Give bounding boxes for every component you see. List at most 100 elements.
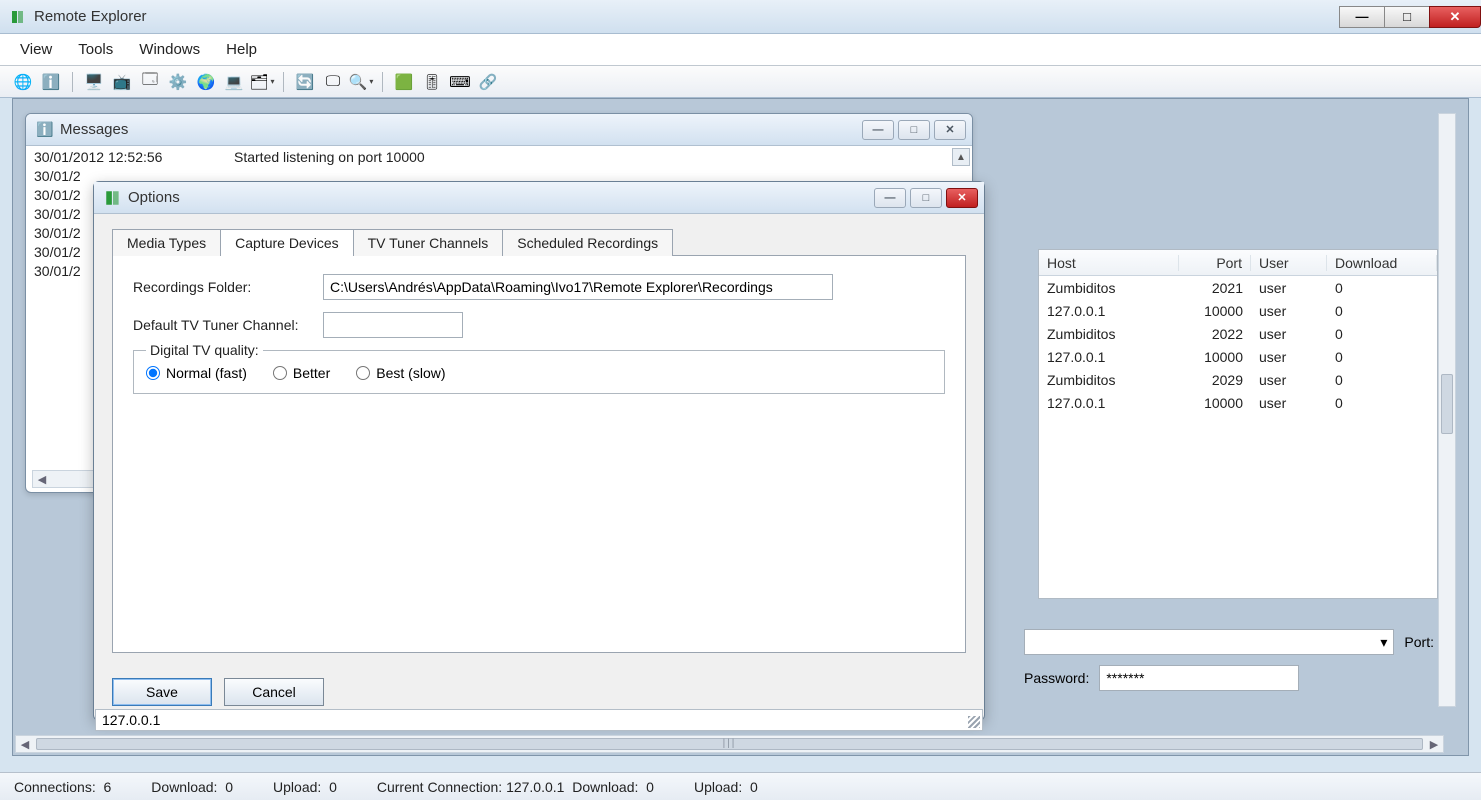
workspace-hscrollbar[interactable]: ◀ ▶ [15,735,1444,753]
message-text: Started listening on port 10000 [234,148,425,167]
toolbar: 🌐 ℹ️ 🖥️ 📺 🗔 ⚙️ 🌍 💻 🗂 🔄 🖵 🔍 🟩 🎚 ⌨ 🔗 [0,66,1481,98]
scrollbar-thumb[interactable] [1441,374,1453,434]
chevron-down-icon: ▾ [1380,634,1387,651]
col-host[interactable]: Host [1039,255,1179,271]
status-connections: Connections: 6 [14,779,111,795]
display-icon[interactable]: 🖵 [322,71,344,93]
options-tabpanel: Recordings Folder: Default TV Tuner Chan… [112,255,966,653]
cancel-button[interactable]: Cancel [224,678,324,706]
options-minimize-button[interactable]: — [874,188,906,208]
scrollbar-thumb[interactable] [36,738,1423,750]
terminal-icon[interactable]: ⌨ [449,71,471,93]
status-upload: Upload: 0 [273,779,337,795]
quality-better-radio[interactable]: Better [273,365,330,381]
quality-normal-label: Normal (fast) [166,365,247,381]
menu-help[interactable]: Help [226,41,257,58]
ip-footer-text: 127.0.0.1 [102,712,160,728]
status-download: Download: 0 [151,779,233,795]
menubar: View Tools Windows Help [0,34,1481,66]
network-icon[interactable]: 🌐 [12,71,34,93]
password-input[interactable] [1099,665,1299,691]
main-titlebar: Remote Explorer — □ ✕ [0,0,1481,34]
scroll-right-icon[interactable]: ▶ [1425,738,1443,751]
app-icon [10,9,26,25]
window-controls: — □ ✕ [1340,6,1481,28]
workspace-vscrollbar[interactable] [1438,113,1456,707]
resize-grip-icon[interactable] [968,716,980,728]
options-tabstrip: Media Types Capture Devices TV Tuner Cha… [112,229,966,256]
messages-maximize-button[interactable]: □ [898,120,930,140]
refresh-icon[interactable]: 🔄 [294,71,316,93]
tab-capture-devices[interactable]: Capture Devices [220,229,354,256]
recordings-folder-input[interactable] [323,274,833,300]
host-select[interactable]: ▾ [1024,629,1394,655]
search-icon[interactable]: 🔍 [350,71,372,93]
ip-footer: 127.0.0.1 [95,709,983,731]
table-row[interactable]: Zumbiditos2022user0 [1039,322,1437,345]
tab-tv-tuner-channels[interactable]: TV Tuner Channels [353,229,504,256]
tab-media-types[interactable]: Media Types [112,229,221,256]
chip-icon[interactable]: 🟩 [393,71,415,93]
password-row: Password: [1024,665,1434,691]
workspace: ℹ️ Messages — □ ✕ 30/01/2012 12:52:56 Sta… [12,98,1469,756]
options-titlebar[interactable]: Options — □ ✕ [94,182,984,214]
port-row: ▾ Port: [1024,629,1434,655]
connections-table: Host Port User Download Zumbiditos2021us… [1038,249,1438,599]
messages-title: Messages [60,121,128,138]
port-label: Port: [1404,634,1434,650]
quality-fieldset: Digital TV quality: Normal (fast) Better… [133,350,945,394]
recordings-folder-label: Recordings Folder: [133,279,323,295]
table-row[interactable]: 127.0.0.110000user0 [1039,391,1437,414]
table-row[interactable]: Zumbiditos2021user0 [1039,276,1437,299]
table-row[interactable]: Zumbiditos2029user0 [1039,368,1437,391]
close-button[interactable]: ✕ [1429,6,1481,28]
maximize-button[interactable]: □ [1384,6,1430,28]
tab-scheduled-recordings[interactable]: Scheduled Recordings [502,229,673,256]
monitor-icon[interactable]: 🖥️ [83,71,105,93]
globe-icon[interactable]: 🌍 [195,71,217,93]
table-row[interactable]: 127.0.0.110000user0 [1039,299,1437,322]
toolbar-separator [283,72,284,92]
info-icon: ℹ️ [36,121,54,139]
toolbar-separator [382,72,383,92]
quality-legend: Digital TV quality: [146,342,263,358]
default-channel-input[interactable] [323,312,463,338]
gear-icon[interactable]: ⚙️ [167,71,189,93]
options-title: Options [128,189,180,206]
menu-tools[interactable]: Tools [78,41,113,58]
monitor-add-icon[interactable]: 📺 [111,71,133,93]
scroll-up-button[interactable]: ▲ [952,148,970,166]
save-button[interactable]: Save [112,678,212,706]
messages-minimize-button[interactable]: — [862,120,894,140]
messages-titlebar: ℹ️ Messages — □ ✕ [26,114,972,146]
menu-windows[interactable]: Windows [139,41,200,58]
options-close-button[interactable]: ✕ [946,188,978,208]
link-icon[interactable]: 🔗 [477,71,499,93]
menu-view[interactable]: View [20,41,52,58]
messages-close-button[interactable]: ✕ [934,120,966,140]
dropdown-icon[interactable]: 🗂 [251,71,273,93]
default-channel-label: Default TV Tuner Channel: [133,317,323,333]
col-port[interactable]: Port [1179,255,1251,271]
quality-better-label: Better [293,365,330,381]
tune-icon[interactable]: 🎚 [421,71,443,93]
message-time: 30/01/2012 12:52:56 [34,148,194,167]
quality-normal-radio[interactable]: Normal (fast) [146,365,247,381]
quality-best-label: Best (slow) [376,365,445,381]
app-icon [104,189,122,207]
table-row[interactable]: 127.0.0.110000user0 [1039,345,1437,368]
quality-best-radio[interactable]: Best (slow) [356,365,445,381]
scroll-left-icon[interactable]: ◀ [16,738,34,751]
options-dialog: Options — □ ✕ Media Types Capture Device… [93,181,985,721]
col-user[interactable]: User [1251,255,1327,271]
statusbar: Connections: 6 Download: 0 Upload: 0 Cur… [0,772,1481,800]
computer-icon[interactable]: 💻 [223,71,245,93]
window-icon[interactable]: 🗔 [139,71,161,93]
info-icon[interactable]: ℹ️ [40,71,62,93]
col-download[interactable]: Download [1327,255,1437,271]
toolbar-separator [72,72,73,92]
options-maximize-button[interactable]: □ [910,188,942,208]
minimize-button[interactable]: — [1339,6,1385,28]
window-title: Remote Explorer [34,8,147,25]
status-current-upload: Upload: 0 [694,779,758,795]
